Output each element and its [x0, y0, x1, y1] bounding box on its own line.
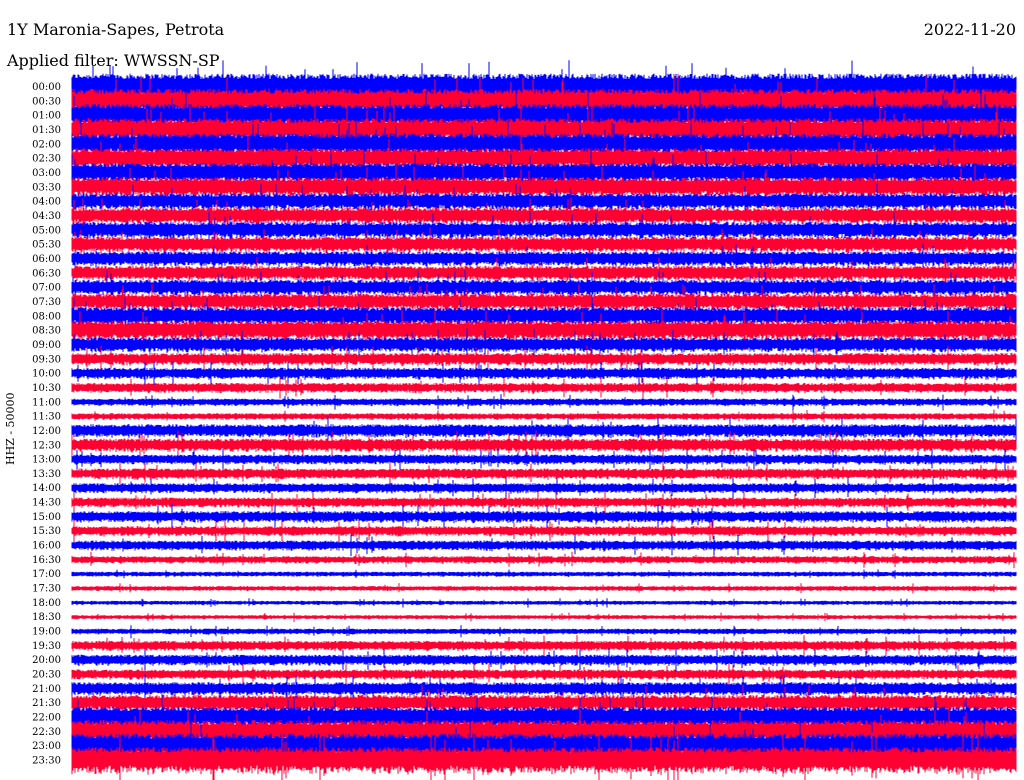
time-tick-label: 05:00: [32, 225, 61, 236]
time-tick-label: 19:00: [32, 627, 61, 638]
time-tick-label: 22:00: [32, 713, 61, 724]
trace-row-1300: [71, 448, 1017, 472]
time-tick-label: 02:00: [32, 139, 61, 150]
time-tick-label: 21:30: [32, 698, 61, 709]
time-tick-label: 00:30: [32, 96, 61, 107]
time-tick-label: 01:00: [32, 111, 61, 122]
time-tick-label: 15:00: [32, 512, 61, 523]
time-tick-label: 02:30: [32, 154, 61, 165]
time-tick-label: 03:00: [32, 168, 61, 179]
time-tick-label: 08:30: [32, 326, 61, 337]
time-tick-label: 10:30: [32, 383, 61, 394]
time-tick-label: 20:30: [32, 670, 61, 681]
time-tick-label: 14:30: [32, 498, 61, 509]
time-tick-label: 23:00: [32, 741, 61, 752]
trace-row-1030: [71, 376, 1017, 399]
time-tick-label: 23:30: [32, 756, 61, 767]
time-tick-label: 13:30: [32, 469, 61, 480]
time-tick-label: 14:00: [32, 483, 61, 494]
time-tick-label: 17:30: [32, 584, 61, 595]
trace-row-1830: [71, 612, 1017, 622]
trace-row-1500: [71, 504, 1017, 531]
time-tick-label: 11:30: [32, 412, 61, 423]
time-tick-label: 12:00: [32, 426, 61, 437]
trace-row-1600: [71, 534, 1017, 557]
time-tick-label: 09:00: [32, 340, 61, 351]
time-tick-label: 16:30: [32, 555, 61, 566]
time-tick-label: 15:30: [32, 526, 61, 537]
time-tick-label: 03:30: [32, 182, 61, 193]
trace-row-1430: [71, 491, 1017, 514]
trace-row-1700: [71, 569, 1017, 579]
time-tick-label: 18:00: [32, 598, 61, 609]
time-tick-label: 09:30: [32, 354, 61, 365]
time-tick-label: 08:00: [32, 311, 61, 322]
time-tick-label: 07:30: [32, 297, 61, 308]
trace-row-2030: [71, 663, 1017, 687]
time-tick-label: 11:00: [32, 397, 61, 408]
trace-row-1630: [71, 551, 1017, 569]
trace-row-1930: [71, 634, 1017, 657]
time-tick-label: 19:30: [32, 641, 61, 652]
trace-row-1000: [71, 361, 1017, 387]
trace-row-1730: [71, 583, 1017, 594]
time-tick-label: 13:00: [32, 455, 61, 466]
trace-row-1800: [71, 598, 1017, 608]
time-tick-label: 20:00: [32, 655, 61, 666]
trace-row-1130: [71, 409, 1017, 423]
trace-row-1530: [71, 520, 1017, 543]
time-tick-label: 17:00: [32, 569, 61, 580]
time-tick-label: 18:30: [32, 612, 61, 623]
time-tick-label: 01:30: [32, 125, 61, 136]
time-tick-label: 05:30: [32, 240, 61, 251]
time-tick-label: 07:00: [32, 283, 61, 294]
time-tick-label: 16:00: [32, 541, 61, 552]
time-tick-label: 22:30: [32, 727, 61, 738]
time-tick-label: 00:00: [32, 82, 61, 93]
time-tick-label: 21:00: [32, 684, 61, 695]
trace-row-1400: [71, 477, 1017, 500]
time-tick-label: 10:00: [32, 369, 61, 380]
time-tick-label: 04:30: [32, 211, 61, 222]
time-tick-label: 06:30: [32, 268, 61, 279]
trace-row-1100: [71, 394, 1017, 411]
time-tick-label: 12:30: [32, 440, 61, 451]
helicorder-plot: 00:00 00:30 01:00 01:30 02:00 02:30 03:00 03:30…: [32, 60, 1017, 780]
time-tick-label: 04:00: [32, 197, 61, 208]
time-tick-label: 06:00: [32, 254, 61, 265]
